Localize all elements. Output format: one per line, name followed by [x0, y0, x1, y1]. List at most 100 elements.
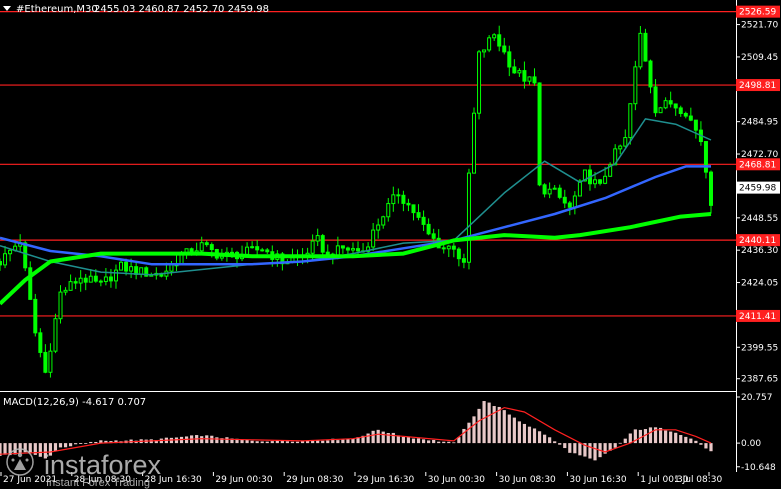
- candle-body: [245, 246, 250, 255]
- candle-body: [43, 351, 48, 373]
- candle-body: [129, 266, 134, 272]
- candle-body: [648, 60, 653, 88]
- macd-histogram-bar: [265, 441, 269, 444]
- instaforex-logo-icon: [6, 448, 34, 476]
- candle-body: [340, 245, 345, 249]
- candle-body: [709, 171, 713, 206]
- candle-body: [381, 216, 386, 226]
- macd-histogram-bar: [442, 441, 446, 444]
- macd-histogram-bar: [679, 435, 683, 444]
- candle-body: [426, 223, 431, 235]
- candle-body: [93, 275, 98, 282]
- macd-histogram-bar: [316, 440, 320, 444]
- candle-body: [255, 246, 260, 251]
- candle-body: [320, 235, 325, 253]
- candle-body: [497, 34, 502, 47]
- price-tick-label: 2387.65: [741, 375, 778, 385]
- candle-body: [527, 76, 532, 82]
- macd-histogram-bar: [522, 423, 527, 444]
- price-tick-label: 2509.45: [741, 53, 778, 63]
- dropdown-triangle-icon[interactable]: [3, 6, 11, 11]
- candle-body: [3, 253, 8, 266]
- candle-body: [487, 37, 492, 51]
- candle-body: [411, 204, 416, 214]
- macd-histogram-bar: [452, 442, 456, 444]
- candle-body: [562, 196, 567, 204]
- candle-body: [204, 242, 209, 246]
- candle-body: [552, 187, 557, 190]
- level-tag-label: 2468.81: [739, 160, 776, 170]
- macd-histogram-bar: [563, 443, 567, 449]
- macd-histogram-bar: [674, 432, 678, 444]
- candle-body: [83, 277, 88, 283]
- candle-body: [371, 229, 376, 248]
- candle-body: [209, 244, 214, 251]
- macd-histogram-bar: [280, 441, 284, 444]
- candle-body: [98, 280, 103, 283]
- watermark-tagline: Instant Forex Trading: [46, 477, 150, 489]
- macd-histogram-bar: [326, 440, 330, 444]
- macd-histogram-bar: [401, 436, 406, 444]
- macd-label: MACD(12,26,9) -4.617 0.707: [3, 397, 146, 408]
- time-tick-label: 30 Jun 08:30: [499, 475, 556, 485]
- current-price-tag-label: 2459.98: [739, 184, 776, 194]
- ohlc-values: 2455.03 2460.87 2452.70 2459.98: [94, 4, 269, 15]
- level-tag-label: 2440.11: [739, 236, 776, 246]
- candle-body: [431, 233, 436, 239]
- candle-body: [537, 82, 542, 186]
- level-tag-label: 2526.59: [739, 8, 776, 18]
- price-tick-label: 2484.95: [741, 118, 778, 128]
- candle-body: [376, 224, 381, 231]
- macd-histogram-bar: [38, 443, 42, 457]
- candle-body: [0, 261, 2, 266]
- candle-body: [28, 267, 33, 300]
- macd-histogram-bar: [84, 443, 88, 444]
- candle-body: [673, 103, 678, 109]
- candle-body: [265, 249, 270, 253]
- candle-body: [63, 289, 68, 293]
- macd-histogram-bar: [558, 443, 562, 445]
- macd-histogram-bar: [623, 438, 627, 444]
- candle-body: [683, 112, 688, 117]
- macd-histogram-bar: [537, 431, 542, 444]
- candle-body: [693, 119, 698, 131]
- candle-body: [38, 332, 43, 353]
- macd-histogram-bar: [618, 442, 622, 444]
- candle-body: [461, 258, 466, 263]
- macd-histogram-bar: [295, 441, 300, 444]
- candle-body: [522, 70, 527, 82]
- macd-histogram-bar: [321, 440, 325, 444]
- macd-histogram-bar: [250, 440, 254, 444]
- macd-histogram-bar: [487, 402, 491, 444]
- candle-body: [396, 194, 401, 197]
- macd-histogram-bar: [593, 443, 597, 461]
- candle-body: [350, 248, 355, 251]
- candle-body: [658, 107, 663, 114]
- level-tag-label: 2411.41: [739, 312, 776, 322]
- candle-body: [547, 188, 552, 195]
- macd-histogram-bar: [371, 430, 375, 444]
- price-axis: 2521.702509.452484.952472.702448.552436.…: [736, 5, 780, 385]
- ma-fast-line: [0, 118, 712, 276]
- macd-histogram-bar: [79, 443, 83, 445]
- macd-histogram-bar: [704, 443, 708, 449]
- candle-body: [139, 267, 144, 275]
- macd-histogram-bar: [416, 438, 421, 444]
- macd-histogram-bar: [341, 439, 345, 444]
- candle-body: [48, 350, 53, 373]
- candle-body: [23, 242, 28, 269]
- watermark-brand: instaforex: [44, 450, 162, 480]
- macd-histogram-bar: [613, 443, 617, 448]
- candle-body: [68, 281, 73, 291]
- macd-histogram-bar: [215, 437, 219, 444]
- macd-histogram-bar: [689, 438, 693, 444]
- candle-body: [482, 49, 487, 53]
- time-tick-label: 29 Jun 08:30: [286, 475, 343, 485]
- candle-body: [633, 66, 638, 105]
- candle-body: [456, 248, 461, 260]
- candle-body: [8, 249, 13, 255]
- candle-body: [507, 51, 512, 68]
- candle-body: [78, 277, 83, 284]
- macd-histogram-bar: [578, 443, 582, 456]
- ma-slow-line: [0, 212, 712, 306]
